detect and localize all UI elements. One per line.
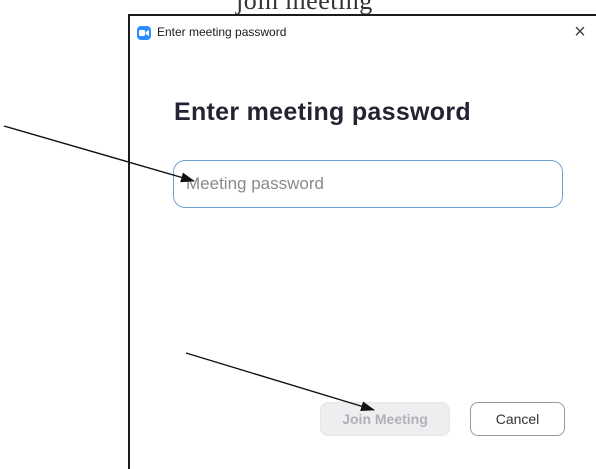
window-title: Enter meeting password: [157, 25, 287, 39]
cancel-button[interactable]: Cancel: [470, 402, 565, 436]
page-title: Enter meeting password: [174, 98, 471, 126]
title-bar: Enter meeting password ×: [130, 16, 596, 48]
meeting-password-input[interactable]: [173, 160, 563, 208]
join-meeting-button[interactable]: Join Meeting: [320, 402, 450, 436]
zoom-camera-icon: [137, 26, 151, 40]
password-dialog: Enter meeting password × Enter meeting p…: [128, 14, 596, 469]
close-icon[interactable]: ×: [566, 19, 594, 45]
